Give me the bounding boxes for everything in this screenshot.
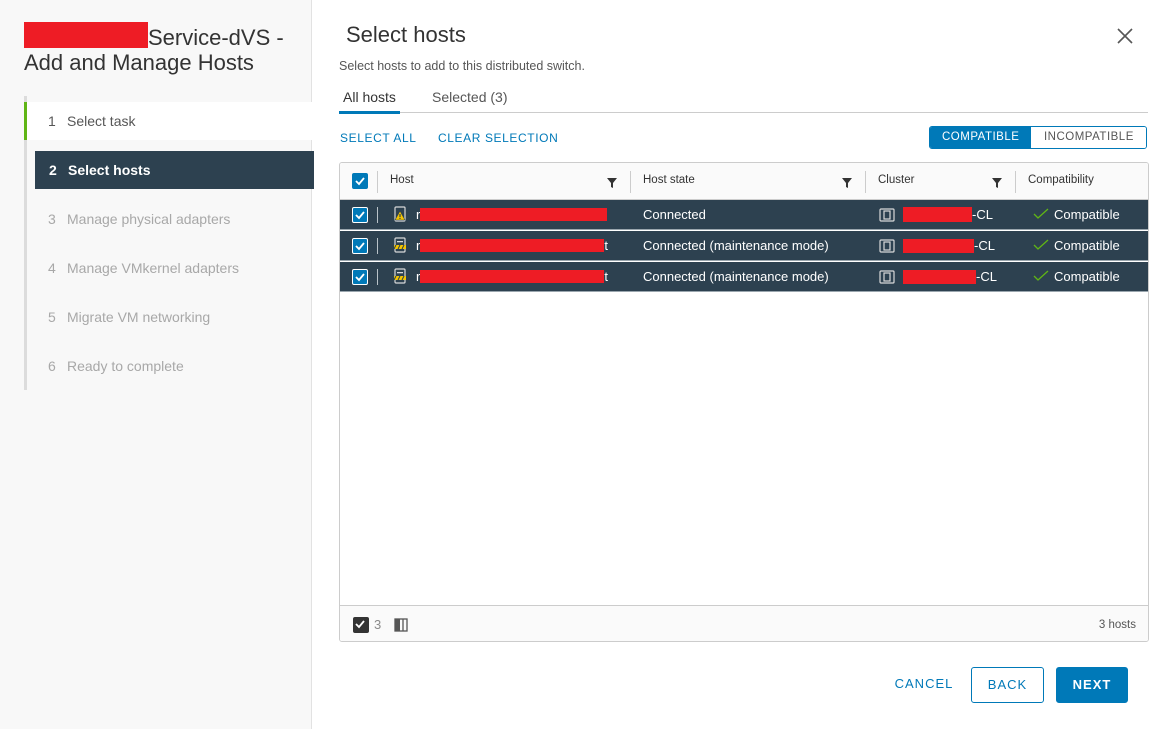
tab-all-hosts[interactable]: All hosts <box>339 89 400 114</box>
host-tabs: All hosts Selected (3) <box>339 85 1148 114</box>
compatibility-status: Compatible <box>1054 238 1120 253</box>
column-header-host[interactable]: Host <box>390 174 414 186</box>
checkmark-icon <box>355 177 365 186</box>
grid-footer: 3 3 hosts <box>340 605 1148 641</box>
column-header-cluster[interactable]: Cluster <box>878 174 914 186</box>
step-manage-vmkernel-adapters: 4 Manage VMkernel adapters <box>48 260 239 276</box>
wizard-title: Service-dVS - Add and Manage Hosts <box>24 22 304 75</box>
redacted-name <box>903 207 972 222</box>
redacted-name <box>420 270 605 283</box>
host-state: Connected (maintenance mode) <box>643 238 829 253</box>
redacted-name <box>420 208 608 221</box>
host-maintenance-icon <box>393 237 406 253</box>
step-manage-physical-adapters: 3 Manage physical adapters <box>48 211 231 227</box>
host-state: Connected (maintenance mode) <box>643 269 829 284</box>
table-row[interactable]: rt Connected (maintenance mode) -CL Comp… <box>340 231 1148 261</box>
cluster-icon <box>879 208 895 222</box>
host-warning-icon <box>394 206 406 222</box>
close-icon[interactable] <box>1116 27 1134 45</box>
wizard-title-line2: Add and Manage Hosts <box>24 50 254 75</box>
cluster-icon <box>879 239 895 253</box>
table-row[interactable]: r Connected -CL Compatible <box>340 200 1148 230</box>
redacted-name <box>24 22 148 48</box>
redacted-name <box>420 239 605 252</box>
wizard-sidebar: Service-dVS - Add and Manage Hosts 1 Sele… <box>0 0 314 729</box>
compatibility-status: Compatible <box>1054 207 1120 222</box>
cluster-name[interactable]: -CL <box>903 207 993 222</box>
cancel-button[interactable]: CANCEL <box>884 667 964 703</box>
wizard-steps: 1 Select task 2 Select hosts 3 Manage physi… <box>24 96 314 390</box>
check-icon <box>1033 208 1049 219</box>
check-icon <box>1033 270 1049 281</box>
clear-selection-button[interactable]: CLEAR SELECTION <box>438 131 558 145</box>
filter-icon[interactable] <box>607 178 617 188</box>
next-button[interactable]: NEXT <box>1056 667 1128 703</box>
host-total: 3 hosts <box>1098 619 1136 631</box>
checkmark-icon <box>355 620 365 629</box>
step-select-task[interactable]: 1 Select task <box>24 102 312 140</box>
filter-icon[interactable] <box>842 178 852 188</box>
step-migrate-vm-networking: 5 Migrate VM networking <box>48 309 211 325</box>
cluster-icon <box>879 270 895 284</box>
select-all-checkbox[interactable] <box>352 173 368 189</box>
host-state: Connected <box>643 207 706 222</box>
checkmark-icon <box>355 242 365 251</box>
select-all-button[interactable]: SELECT ALL <box>340 131 417 145</box>
host-name[interactable]: rt <box>416 269 608 284</box>
selection-count-checkbox[interactable] <box>353 617 369 633</box>
compatibility-status: Compatible <box>1054 269 1120 284</box>
filter-icon[interactable] <box>992 178 1002 188</box>
step-select-hosts[interactable]: 2 Select hosts <box>35 151 314 189</box>
selected-count: 3 <box>374 617 382 632</box>
cluster-name[interactable]: -CL <box>903 238 995 253</box>
row-checkbox[interactable] <box>352 207 368 223</box>
compatible-toggle-button[interactable]: COMPATIBLE <box>930 127 1032 148</box>
page-subtitle: Select hosts to add to this distributed … <box>339 59 585 73</box>
incompatible-toggle-button[interactable]: INCOMPATIBLE <box>1031 127 1147 148</box>
host-maintenance-icon <box>393 268 406 284</box>
host-name[interactable]: r <box>416 207 608 222</box>
row-checkbox[interactable] <box>352 269 368 285</box>
host-name[interactable]: rt <box>416 238 608 253</box>
row-checkbox[interactable] <box>352 238 368 254</box>
column-toggle-icon[interactable] <box>394 618 408 632</box>
column-header-host-state[interactable]: Host state <box>643 174 695 186</box>
redacted-name <box>903 239 974 253</box>
table-row[interactable]: rt Connected (maintenance mode) -CL Comp… <box>340 262 1148 292</box>
compatibility-toggle: COMPATIBLE INCOMPATIBLE <box>929 126 1148 149</box>
grid-header: Host Host state Cluster Compatibility <box>340 163 1148 200</box>
tab-selected[interactable]: Selected (3) <box>432 89 507 105</box>
check-icon <box>1033 239 1049 250</box>
hosts-grid: Host Host state Cluster Compatibility r … <box>339 162 1149 642</box>
checkmark-icon <box>355 211 365 220</box>
wizard-title-suffix: Service-dVS - <box>148 25 284 50</box>
back-button[interactable]: BACK <box>971 667 1044 703</box>
column-header-compatibility[interactable]: Compatibility <box>1028 174 1094 186</box>
step-ready-to-complete: 6 Ready to complete <box>48 358 184 374</box>
cluster-name[interactable]: -CL <box>903 269 997 284</box>
checkmark-icon <box>355 273 365 282</box>
redacted-name <box>903 270 976 284</box>
page-title: Select hosts <box>346 22 466 47</box>
